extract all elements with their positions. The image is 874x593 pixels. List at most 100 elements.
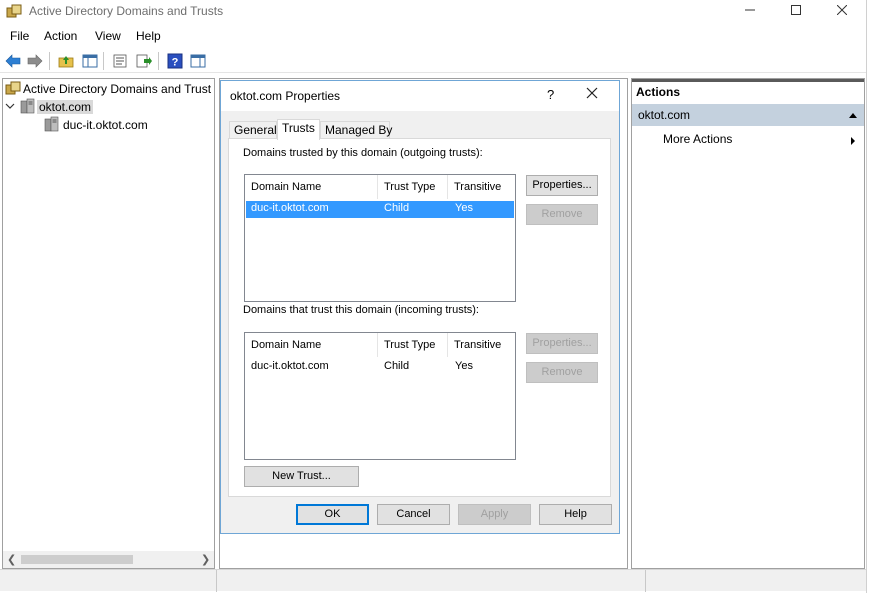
actions-section-domain[interactable]: oktot.com <box>632 104 864 126</box>
outgoing-remove-button[interactable]: Remove <box>526 204 598 225</box>
show-hide-action-pane-button[interactable] <box>188 52 208 70</box>
row-domain-name: duc-it.oktot.com <box>251 202 329 214</box>
menu-help[interactable]: Help <box>136 29 161 43</box>
console-tree-icon <box>82 54 98 68</box>
console-tree[interactable]: Active Directory Domains and Trust oktot… <box>2 78 215 569</box>
incoming-trusts-label: Domains that trust this domain (incoming… <box>243 304 479 316</box>
apply-button[interactable]: Apply <box>458 504 531 525</box>
folder-up-icon <box>58 56 74 68</box>
more-actions-item[interactable]: More Actions <box>663 132 732 146</box>
column-transitive[interactable]: Transitive <box>448 175 515 199</box>
minimize-icon <box>745 9 755 11</box>
column-domain-name[interactable]: Domain Name <box>245 175 378 199</box>
dialog-close-button[interactable] <box>586 87 598 102</box>
toolbar: ? <box>0 49 866 73</box>
menu-action[interactable]: Action <box>44 29 77 43</box>
incoming-trusts-list[interactable]: Domain Name Trust Type Transitive duc-it… <box>244 332 516 460</box>
forward-button[interactable] <box>25 52 45 70</box>
show-hide-console-tree-button[interactable] <box>80 52 100 70</box>
tab-general[interactable]: General <box>229 121 277 139</box>
outgoing-list-header: Domain Name Trust Type Transitive <box>245 175 515 199</box>
actions-pane: Actions oktot.com More Actions <box>631 78 865 569</box>
row-trust-type: Child <box>384 360 410 372</box>
table-row[interactable]: duc-it.oktot.com Child Yes <box>246 201 514 218</box>
help-button[interactable]: Help <box>539 504 612 525</box>
scroll-left-icon[interactable]: ❮ <box>7 553 16 566</box>
title-bar: Active Directory Domains and Trusts <box>0 0 866 24</box>
actions-header: Actions <box>632 79 864 103</box>
export-list-icon <box>136 54 152 68</box>
tree-domain-label: oktot.com <box>37 100 94 114</box>
domains-trusts-root-icon <box>5 80 21 99</box>
row-domain-name: duc-it.oktot.com <box>251 360 329 372</box>
outgoing-properties-button[interactable]: Properties... <box>526 175 598 196</box>
properties-dialog: oktot.com Properties ? General Trusts Ma… <box>220 80 620 534</box>
svg-text:?: ? <box>172 57 179 69</box>
new-trust-button[interactable]: New Trust... <box>244 466 359 487</box>
outgoing-trusts-label: Domains trusted by this domain (outgoing… <box>243 147 483 159</box>
tab-trusts[interactable]: Trusts <box>277 119 320 140</box>
properties-icon <box>113 54 127 68</box>
menu-file[interactable]: File <box>10 29 29 43</box>
column-transitive[interactable]: Transitive <box>448 333 515 357</box>
toolbar-separator <box>49 52 50 70</box>
domain-icon <box>43 116 61 135</box>
export-list-button[interactable] <box>134 52 154 70</box>
up-level-button[interactable] <box>56 52 76 70</box>
scrollbar-thumb[interactable] <box>21 555 133 564</box>
properties-toolbar-button[interactable] <box>110 52 130 70</box>
status-separator <box>216 570 217 592</box>
close-window-button[interactable] <box>819 0 865 22</box>
help-icon: ? <box>167 53 183 69</box>
maximize-button[interactable] <box>773 0 819 22</box>
tree-root-label: Active Directory Domains and Trust <box>23 82 212 96</box>
status-bar <box>0 569 866 592</box>
help-toolbar-button[interactable]: ? <box>165 52 185 70</box>
toolbar-separator <box>158 52 159 70</box>
menu-bar: File Action View Help <box>0 27 866 47</box>
maximize-icon <box>791 5 801 15</box>
row-trust-type: Child <box>384 202 410 214</box>
tree-root[interactable]: Active Directory Domains and Trust <box>5 80 213 98</box>
incoming-list-header: Domain Name Trust Type Transitive <box>245 333 515 357</box>
forward-arrow-icon <box>27 54 43 68</box>
column-trust-type[interactable]: Trust Type <box>378 333 448 357</box>
trusts-tab-panel: Domains trusted by this domain (outgoing… <box>228 138 611 497</box>
chevron-down-icon[interactable] <box>5 100 19 114</box>
incoming-remove-button[interactable]: Remove <box>526 362 598 383</box>
dialog-title: oktot.com Properties <box>230 89 341 103</box>
row-transitive: Yes <box>455 202 473 214</box>
cancel-button[interactable]: Cancel <box>377 504 450 525</box>
dialog-title-bar: oktot.com Properties ? <box>221 81 619 111</box>
table-row[interactable]: duc-it.oktot.com Child Yes <box>246 359 514 376</box>
close-icon <box>836 4 848 16</box>
action-pane-icon <box>190 54 206 68</box>
minimize-button[interactable] <box>727 0 773 22</box>
dialog-help-button[interactable]: ? <box>547 87 554 102</box>
window-title: Active Directory Domains and Trusts <box>29 4 224 18</box>
close-icon <box>586 87 598 99</box>
more-actions-label: More Actions <box>663 132 733 146</box>
menu-view[interactable]: View <box>95 29 121 43</box>
ad-domains-trusts-icon <box>6 4 22 18</box>
column-domain-name[interactable]: Domain Name <box>245 333 378 357</box>
scroll-right-icon[interactable]: ❯ <box>201 553 210 566</box>
domain-icon <box>19 98 37 117</box>
outgoing-trusts-list[interactable]: Domain Name Trust Type Transitive duc-it… <box>244 174 516 302</box>
column-trust-type[interactable]: Trust Type <box>378 175 448 199</box>
tab-managed-by[interactable]: Managed By <box>320 121 392 139</box>
tree-item-child-domain[interactable]: duc-it.oktot.com <box>43 116 150 134</box>
tree-item-domain[interactable]: oktot.com <box>5 98 94 117</box>
back-arrow-icon <box>5 54 21 68</box>
collapse-up-icon[interactable] <box>848 108 858 122</box>
toolbar-separator <box>103 52 104 70</box>
actions-section-label: oktot.com <box>638 108 691 122</box>
tree-horizontal-scrollbar[interactable]: ❮ ❯ <box>3 551 214 568</box>
incoming-properties-button[interactable]: Properties... <box>526 333 598 354</box>
status-separator <box>645 570 646 592</box>
back-button[interactable] <box>3 52 23 70</box>
window-edge <box>866 0 874 593</box>
ok-button[interactable]: OK <box>296 504 369 525</box>
row-transitive: Yes <box>455 360 473 372</box>
submenu-arrow-icon[interactable] <box>850 135 856 149</box>
